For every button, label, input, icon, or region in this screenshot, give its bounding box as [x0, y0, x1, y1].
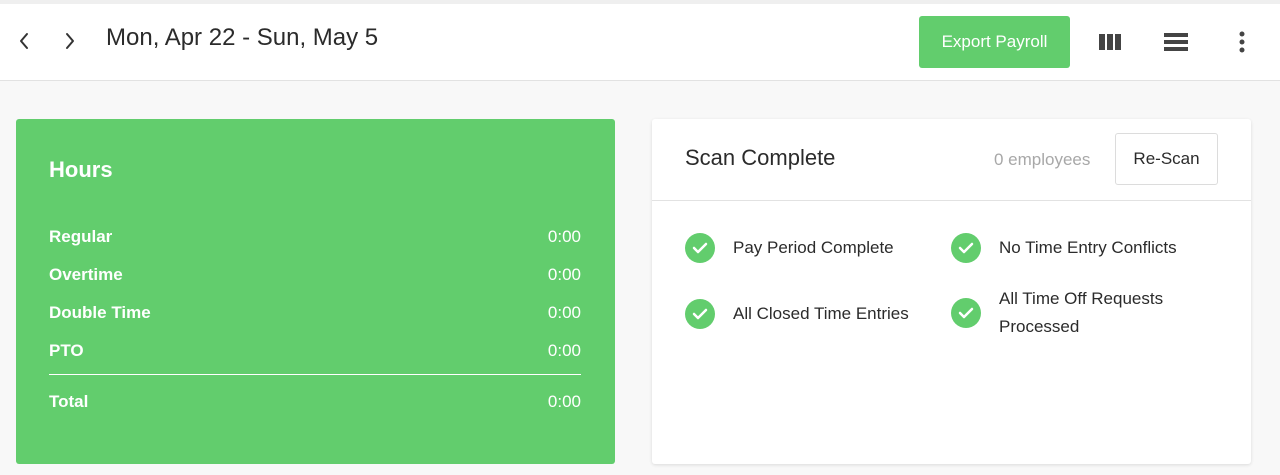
hours-row-regular: Regular 0:00 — [49, 225, 581, 249]
hours-row-label: Regular — [49, 227, 113, 246]
check-circle-icon — [951, 298, 981, 328]
hours-total-label: Total — [49, 392, 89, 411]
scan-divider — [652, 200, 1251, 201]
check-item-label: No Time Entry Conflicts — [999, 238, 1177, 257]
columns-view-button[interactable] — [1092, 24, 1128, 60]
check-item-conflicts: No Time Entry Conflicts — [951, 233, 1177, 263]
hours-row-label: Overtime — [49, 265, 123, 284]
hours-title: Hours — [49, 157, 113, 182]
previous-period-button[interactable] — [10, 24, 38, 58]
list-view-button[interactable] — [1158, 24, 1194, 60]
date-range-title: Mon, Apr 22 - Sun, May 5 — [106, 24, 379, 51]
check-item-time-off: All Time Off Requests Processed — [951, 285, 1191, 341]
hours-total-value: 0:00 — [547, 392, 581, 411]
scan-title: Scan Complete — [685, 145, 836, 170]
hours-row-value: 0:00 — [547, 265, 581, 284]
export-payroll-button[interactable]: Export Payroll — [919, 16, 1070, 68]
check-item-label: All Closed Time Entries — [733, 304, 909, 323]
check-circle-icon — [951, 233, 981, 263]
check-item-closed-entries: All Closed Time Entries — [685, 299, 909, 329]
chevron-right-icon — [66, 33, 74, 49]
hours-row-label: Double Time — [49, 303, 151, 322]
check-item-pay-period: Pay Period Complete — [685, 233, 894, 263]
top-bar: Mon, Apr 22 - Sun, May 5 Export Payroll — [0, 0, 1280, 81]
hours-row-label: PTO — [49, 341, 84, 360]
columns-view-icon — [1099, 34, 1121, 50]
employee-count: 0 employees — [994, 150, 1091, 169]
check-item-label: Pay Period Complete — [733, 238, 894, 257]
rescan-button[interactable]: Re-Scan — [1115, 133, 1218, 185]
more-options-button[interactable] — [1224, 24, 1260, 60]
check-item-label: All Time Off Requests Processed — [999, 289, 1164, 336]
hours-row-pto: PTO 0:00 — [49, 339, 581, 363]
list-view-icon — [1164, 33, 1188, 51]
next-period-button[interactable] — [56, 24, 84, 58]
check-circle-icon — [685, 233, 715, 263]
hours-row-value: 0:00 — [547, 341, 581, 360]
hours-divider — [49, 374, 581, 375]
chevron-left-icon — [20, 33, 28, 49]
hours-row-total: Total 0:00 — [49, 390, 581, 414]
hours-row-value: 0:00 — [547, 227, 581, 246]
more-vertical-icon — [1239, 31, 1245, 53]
hours-row-value: 0:00 — [547, 303, 581, 322]
scan-card: Scan Complete 0 employees Re-Scan Pay Pe… — [652, 119, 1251, 464]
hours-row-overtime: Overtime 0:00 — [49, 263, 581, 287]
hours-row-double-time: Double Time 0:00 — [49, 301, 581, 325]
hours-card: Hours Regular 0:00 Overtime 0:00 Double … — [16, 119, 615, 464]
check-circle-icon — [685, 299, 715, 329]
